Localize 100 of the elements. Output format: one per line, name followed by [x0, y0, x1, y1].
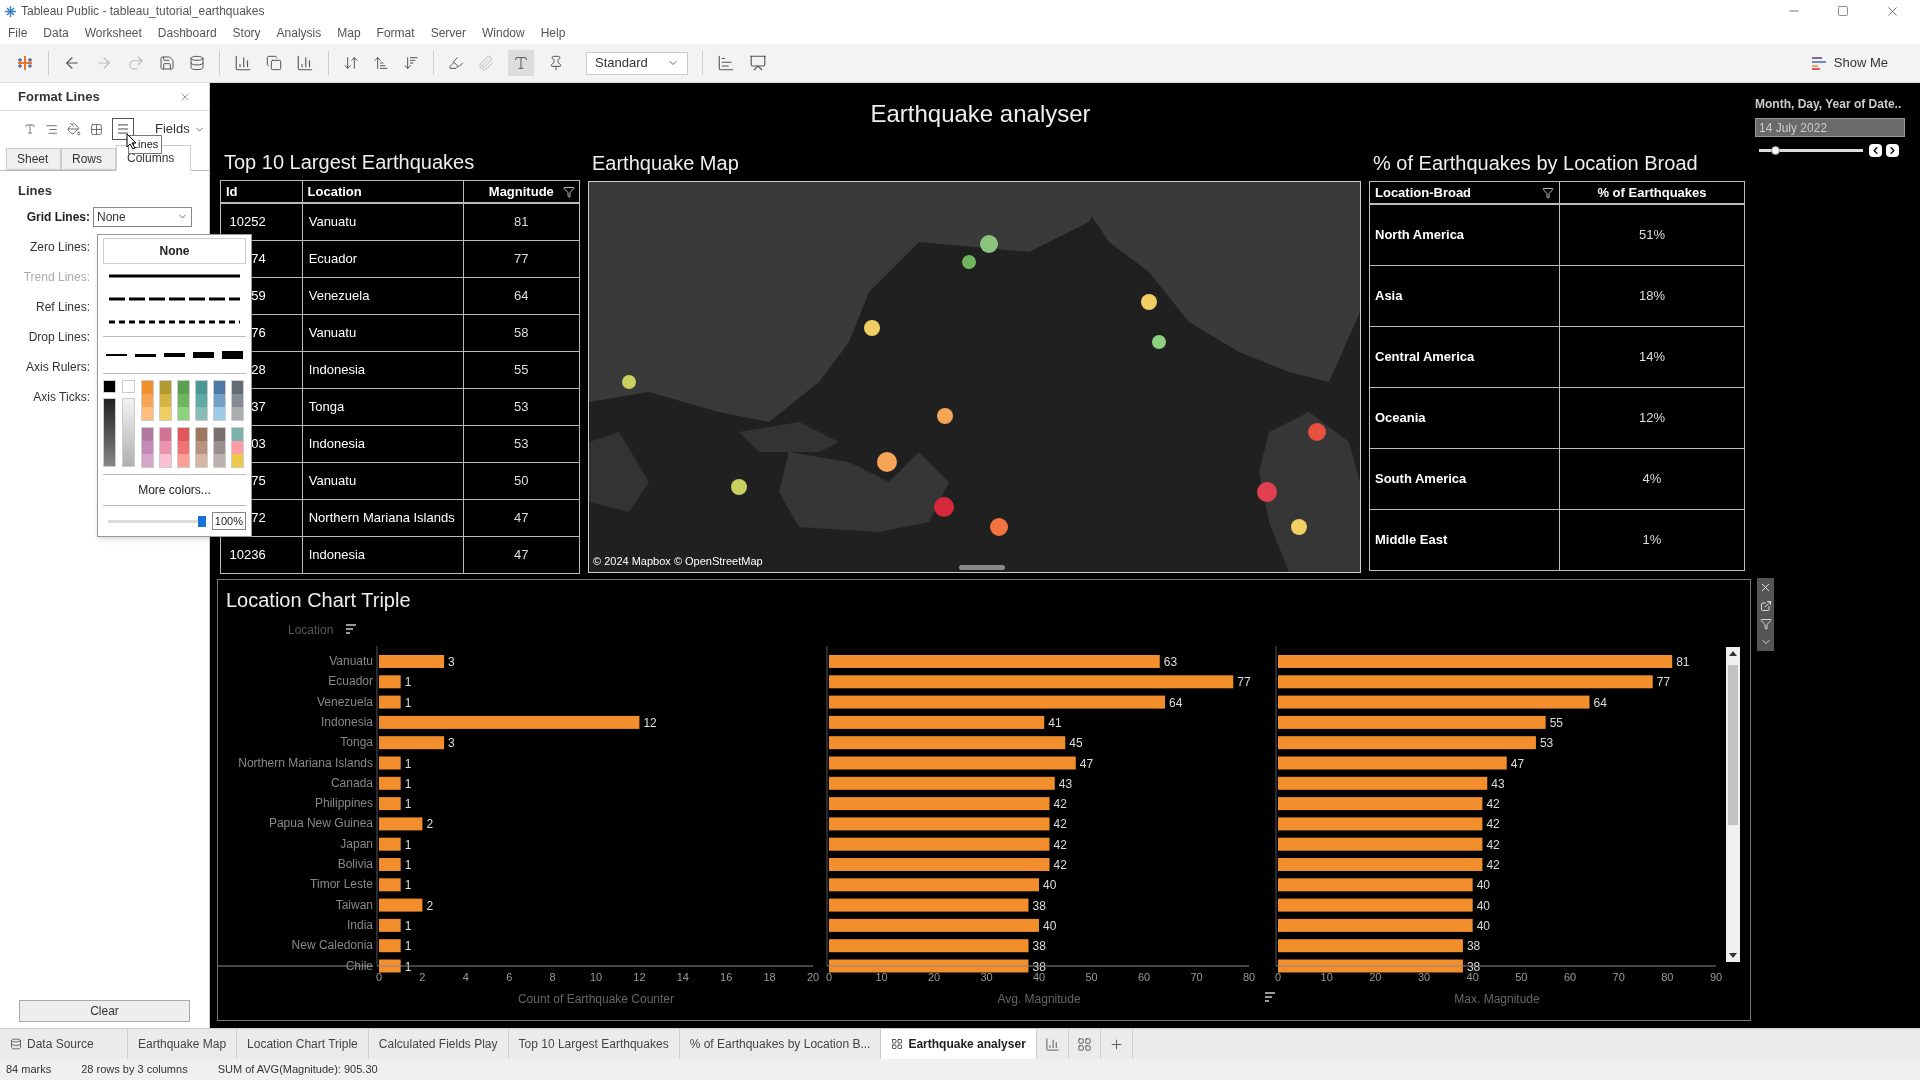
- save-icon[interactable]: [159, 55, 175, 71]
- external-link-icon[interactable]: [1759, 600, 1772, 612]
- clear-button[interactable]: Clear: [19, 1000, 190, 1022]
- bar[interactable]: [1278, 898, 1473, 912]
- scrollbar[interactable]: [1726, 647, 1740, 962]
- menu-item[interactable]: Window: [481, 24, 525, 42]
- bar[interactable]: [829, 898, 1029, 912]
- new-worksheet-icon[interactable]: [234, 54, 252, 72]
- format-tab[interactable]: Sheet: [6, 148, 61, 170]
- new-dashboard-icon[interactable]: [1076, 1036, 1092, 1052]
- menu-item[interactable]: Help: [540, 24, 566, 42]
- bar[interactable]: [1278, 918, 1473, 932]
- shading-icon[interactable]: [67, 122, 81, 136]
- pin-icon[interactable]: [548, 55, 564, 71]
- bar[interactable]: [379, 776, 401, 790]
- color-palette[interactable]: [103, 377, 246, 471]
- bar[interactable]: [379, 898, 423, 912]
- menu-item[interactable]: Worksheet: [84, 24, 142, 42]
- bar[interactable]: [1278, 675, 1653, 689]
- bar[interactable]: [829, 776, 1055, 790]
- bar[interactable]: [1278, 837, 1483, 851]
- bar[interactable]: [829, 695, 1165, 709]
- sort-ascending-icon[interactable]: [373, 55, 389, 71]
- sort-descending-icon[interactable]: [403, 55, 419, 71]
- bar[interactable]: [829, 939, 1029, 953]
- clear-sheet-icon[interactable]: [296, 54, 314, 72]
- bar[interactable]: [379, 918, 401, 932]
- workbook-tab[interactable]: Earthquake analyser: [881, 1029, 1037, 1059]
- column-header[interactable]: Id: [226, 181, 238, 202]
- bar[interactable]: [829, 797, 1050, 811]
- bar[interactable]: [1278, 695, 1590, 709]
- bar[interactable]: [829, 715, 1045, 729]
- filter-icon[interactable]: [1759, 618, 1772, 630]
- column-header[interactable]: % of Earthquakes: [1597, 182, 1707, 203]
- bar[interactable]: [1278, 878, 1473, 892]
- highlight-icon[interactable]: [448, 55, 464, 71]
- bar[interactable]: [379, 878, 401, 892]
- menu-item[interactable]: Map: [337, 24, 361, 42]
- menu-item[interactable]: Format: [376, 24, 415, 42]
- column-header[interactable]: Location-Broad: [1375, 182, 1472, 203]
- new-data-source-icon[interactable]: [189, 55, 205, 71]
- paperclip-icon[interactable]: [478, 55, 494, 71]
- slider-thumb[interactable]: [197, 515, 206, 527]
- font-icon[interactable]: [24, 123, 36, 135]
- opacity-slider[interactable]: [108, 516, 206, 526]
- bar[interactable]: [1278, 817, 1483, 831]
- lines-icon[interactable]: [116, 122, 130, 136]
- menu-item[interactable]: File: [8, 24, 28, 42]
- bar-chart-icon[interactable]: [717, 54, 735, 72]
- show-me-button[interactable]: Show Me: [1811, 53, 1904, 73]
- format-tab[interactable]: Rows: [61, 148, 116, 170]
- text-icon[interactable]: [513, 55, 529, 71]
- bar[interactable]: [829, 918, 1039, 932]
- bar[interactable]: [379, 695, 401, 709]
- swap-icon[interactable]: [343, 55, 359, 71]
- show-me-icon[interactable]: [1811, 56, 1826, 70]
- bar[interactable]: [829, 675, 1234, 689]
- borders-icon[interactable]: [90, 122, 103, 136]
- menu-item[interactable]: Dashboard: [157, 24, 217, 42]
- dashboard-icon[interactable]: [891, 1038, 904, 1050]
- tableau-logo-icon[interactable]: [16, 54, 34, 72]
- bar[interactable]: [379, 736, 445, 750]
- bar[interactable]: [379, 675, 401, 689]
- bar[interactable]: [1278, 797, 1483, 811]
- presentation-icon[interactable]: [749, 54, 767, 72]
- new-story-icon[interactable]: [1108, 1036, 1124, 1052]
- more-colors-link[interactable]: More colors...: [103, 478, 246, 502]
- bar[interactable]: [829, 736, 1066, 750]
- menu-item[interactable]: Data: [43, 24, 69, 42]
- grid-lines-select[interactable]: None: [93, 206, 192, 227]
- opacity-field[interactable]: 100%: [211, 511, 246, 531]
- column-header[interactable]: Location: [307, 181, 362, 202]
- column-header[interactable]: Magnitude: [488, 181, 554, 202]
- bar[interactable]: [1278, 736, 1536, 750]
- bar[interactable]: [829, 817, 1050, 831]
- menu-item[interactable]: Server: [430, 24, 466, 42]
- bar[interactable]: [1278, 715, 1546, 729]
- bar[interactable]: [379, 939, 401, 953]
- previous-button[interactable]: [1869, 144, 1882, 157]
- bar[interactable]: [1278, 776, 1488, 790]
- line-weight-option[interactable]: [135, 353, 156, 357]
- menu-item[interactable]: Analysis: [276, 24, 322, 42]
- duplicate-icon[interactable]: [266, 55, 282, 71]
- bar[interactable]: [379, 837, 401, 851]
- alignment-icon[interactable]: [45, 122, 58, 136]
- next-button[interactable]: [1886, 144, 1899, 157]
- line-weight-option[interactable]: [164, 352, 185, 358]
- bar[interactable]: [829, 837, 1050, 851]
- data-source-icon[interactable]: [10, 1038, 22, 1050]
- bar[interactable]: [379, 715, 640, 729]
- bar[interactable]: [379, 797, 401, 811]
- date-slider[interactable]: [1759, 145, 1863, 156]
- none-option[interactable]: None: [103, 238, 246, 264]
- restore-icon[interactable]: [1837, 5, 1849, 17]
- bar[interactable]: [829, 878, 1039, 892]
- menu-item[interactable]: Story: [232, 24, 261, 42]
- view-select[interactable]: Standard: [586, 51, 688, 75]
- bar[interactable]: [379, 817, 423, 831]
- bar[interactable]: [1278, 939, 1463, 953]
- back-icon[interactable]: [63, 54, 81, 72]
